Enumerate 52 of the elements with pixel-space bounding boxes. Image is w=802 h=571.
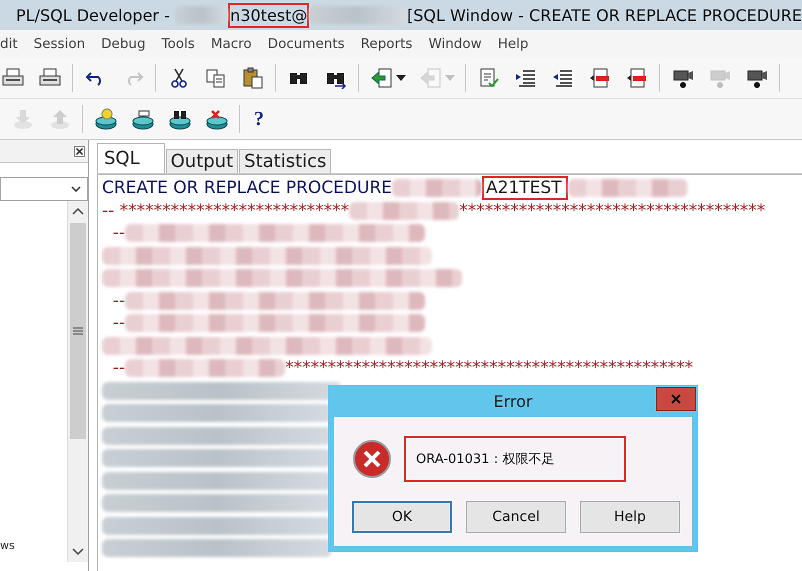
arrow-page-icon[interactable] xyxy=(588,67,610,89)
database-bulb-icon[interactable] xyxy=(94,108,116,130)
chevron-down-icon xyxy=(71,186,81,192)
menu-item[interactable]: Session xyxy=(26,36,94,52)
error-icon xyxy=(352,439,392,479)
menu-item[interactable]: Debug xyxy=(93,36,154,52)
menu-item[interactable]: Tools xyxy=(154,36,203,52)
tab[interactable]: SQL xyxy=(97,143,165,173)
window-title: n30test@ xyxy=(228,2,310,28)
database-icon[interactable] xyxy=(132,108,154,130)
code-comment: ************************************************ xyxy=(285,358,694,378)
blurred-area xyxy=(174,6,228,24)
code-comment: -- xyxy=(112,290,126,311)
grip-icon xyxy=(73,327,83,335)
close-button[interactable] xyxy=(656,387,696,411)
dialog-title: Error xyxy=(494,392,532,410)
arrow-page-icon[interactable] xyxy=(370,67,392,89)
code-comment: -- xyxy=(112,358,126,378)
menu-item[interactable]: Documents xyxy=(260,36,353,52)
dialog-button[interactable]: Cancel xyxy=(466,501,566,533)
caret-icon[interactable] xyxy=(396,75,406,81)
tab[interactable]: Output xyxy=(166,149,238,173)
code-comment: -- *************************** xyxy=(102,200,350,221)
error-message: ORA-01031：权限不足 xyxy=(404,436,626,482)
menu-item[interactable]: Macro xyxy=(202,36,260,52)
menu-item[interactable]: Reports xyxy=(352,36,420,52)
copy-icon[interactable] xyxy=(204,67,226,89)
code-text: A21TEST xyxy=(482,176,568,200)
database-binoculars-icon[interactable] xyxy=(168,108,190,130)
code-text: CREATE OR REPLACE PROCEDURE xyxy=(102,178,392,198)
dropdown-field[interactable] xyxy=(0,177,88,201)
page-check-icon[interactable] xyxy=(478,67,500,89)
menu-item[interactable]: dit xyxy=(0,36,26,52)
help-button[interactable]: ? xyxy=(244,108,274,130)
code-comment: -- xyxy=(112,313,126,334)
tab[interactable]: Statistics xyxy=(239,149,332,173)
menu-item[interactable]: Window xyxy=(420,36,490,52)
close-icon[interactable] xyxy=(74,146,85,156)
database-cross-icon[interactable] xyxy=(206,108,228,130)
window-title: PL/SQL Developer - xyxy=(16,6,171,24)
dialog-button[interactable]: OK xyxy=(352,501,452,533)
scrollbar[interactable] xyxy=(67,201,88,562)
scroll-thumb[interactable] xyxy=(70,223,86,439)
code-comment: -- xyxy=(112,223,126,244)
code-comment: ************************************ xyxy=(459,200,766,221)
dialog-button[interactable]: Help xyxy=(580,501,680,533)
arrow-page-icon[interactable] xyxy=(626,67,648,89)
clipboard-icon[interactable] xyxy=(242,67,264,89)
close-icon xyxy=(671,394,681,404)
menu-item[interactable]: Help xyxy=(490,36,536,52)
list-item[interactable]: ws xyxy=(0,539,15,552)
window-title: [SQL Window - CREATE OR REPLACE PROCEDURE xyxy=(407,6,802,24)
